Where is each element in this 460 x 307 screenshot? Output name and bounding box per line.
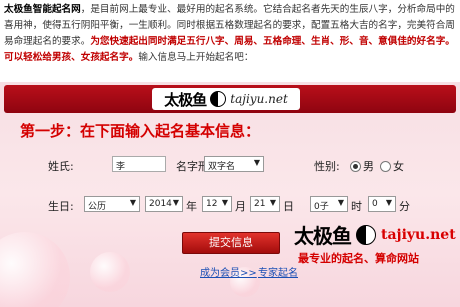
become-member-link[interactable]: 成为会员>> xyxy=(200,264,257,279)
gender-male-label: 男 xyxy=(363,160,374,173)
day-select[interactable]: 21 ▼ xyxy=(250,196,280,212)
name-style-value: 双字名 xyxy=(208,162,236,172)
dropdown-arrow-icon: ▼ xyxy=(385,198,392,207)
day-value: 21 xyxy=(254,199,266,209)
dropdown-arrow-icon: ▼ xyxy=(172,198,179,207)
minute-select[interactable]: 0 ▼ xyxy=(368,196,396,212)
month-value: 12 xyxy=(206,199,218,209)
day-unit: 日 xyxy=(283,200,294,213)
year-value: 2014 xyxy=(149,199,172,209)
taichi-icon xyxy=(356,224,376,245)
naming-form-card: 太极鱼 tajiyu.net 第一步：在下面输入起名基本信息： 姓氏: 李 名字… xyxy=(0,82,460,307)
hour-unit: 时 xyxy=(351,200,362,213)
decor-bubble xyxy=(90,252,130,292)
footer-brand-logo: 太极鱼 tajiyu.net xyxy=(294,220,456,249)
year-unit: 年 xyxy=(186,200,197,213)
logo-url: tajiyu.net xyxy=(230,92,288,106)
taichi-icon xyxy=(210,91,227,107)
year-select[interactable]: 2014 ▼ xyxy=(145,196,183,212)
surname-input[interactable]: 李 xyxy=(112,156,166,172)
decor-bubble xyxy=(0,232,70,307)
dropdown-arrow-icon: ▼ xyxy=(269,198,276,207)
hour-value: 0子 xyxy=(314,202,329,212)
dropdown-arrow-icon: ▼ xyxy=(253,158,260,167)
birthday-label: 生日: xyxy=(48,200,74,213)
calendar-select[interactable]: 公历 ▼ xyxy=(84,196,140,212)
name-style-select[interactable]: 双字名 ▼ xyxy=(204,156,264,172)
intro-brand: 太极鱼智能起名网 xyxy=(4,4,81,15)
radio-selected-icon[interactable] xyxy=(350,160,361,172)
step-title: 第一步：在下面输入起名基本信息： xyxy=(20,122,261,140)
dropdown-arrow-icon: ▼ xyxy=(337,198,344,207)
hour-select[interactable]: 0子 ▼ xyxy=(310,196,348,212)
gender-female-label: 女 xyxy=(393,160,404,173)
expert-naming-link[interactable]: 专家起名 xyxy=(258,264,298,279)
minute-value: 0 xyxy=(372,199,378,209)
gender-female-option[interactable]: 女 xyxy=(380,158,404,174)
intro-paragraph: 太极鱼智能起名网，是目前网上最专业、最好用的起名系统。它结合起名者先天的生辰八字… xyxy=(4,2,456,66)
calendar-value: 公历 xyxy=(88,202,107,212)
surname-label: 姓氏: xyxy=(48,160,74,173)
footer-brand-url: tajiyu.net xyxy=(381,226,456,243)
minute-unit: 分 xyxy=(399,200,410,213)
month-unit: 月 xyxy=(235,200,246,213)
dropdown-arrow-icon: ▼ xyxy=(221,198,228,207)
footer-brand-chars: 太极鱼 xyxy=(294,224,352,248)
logo-chars: 太极鱼 xyxy=(164,90,207,109)
footer-slogan: 最专业的起名、算命网站 xyxy=(298,252,419,265)
month-select[interactable]: 12 ▼ xyxy=(202,196,232,212)
gender-male-option[interactable]: 男 xyxy=(350,158,374,174)
submit-button[interactable]: 提交信息 xyxy=(182,232,280,254)
site-logo: 太极鱼 tajiyu.net xyxy=(152,88,300,110)
intro-text-2: 输入信息马上开始起名吧： xyxy=(138,52,254,63)
dropdown-arrow-icon: ▼ xyxy=(129,198,136,207)
radio-unselected-icon[interactable] xyxy=(380,160,391,172)
gender-label: 性别: xyxy=(314,160,340,173)
